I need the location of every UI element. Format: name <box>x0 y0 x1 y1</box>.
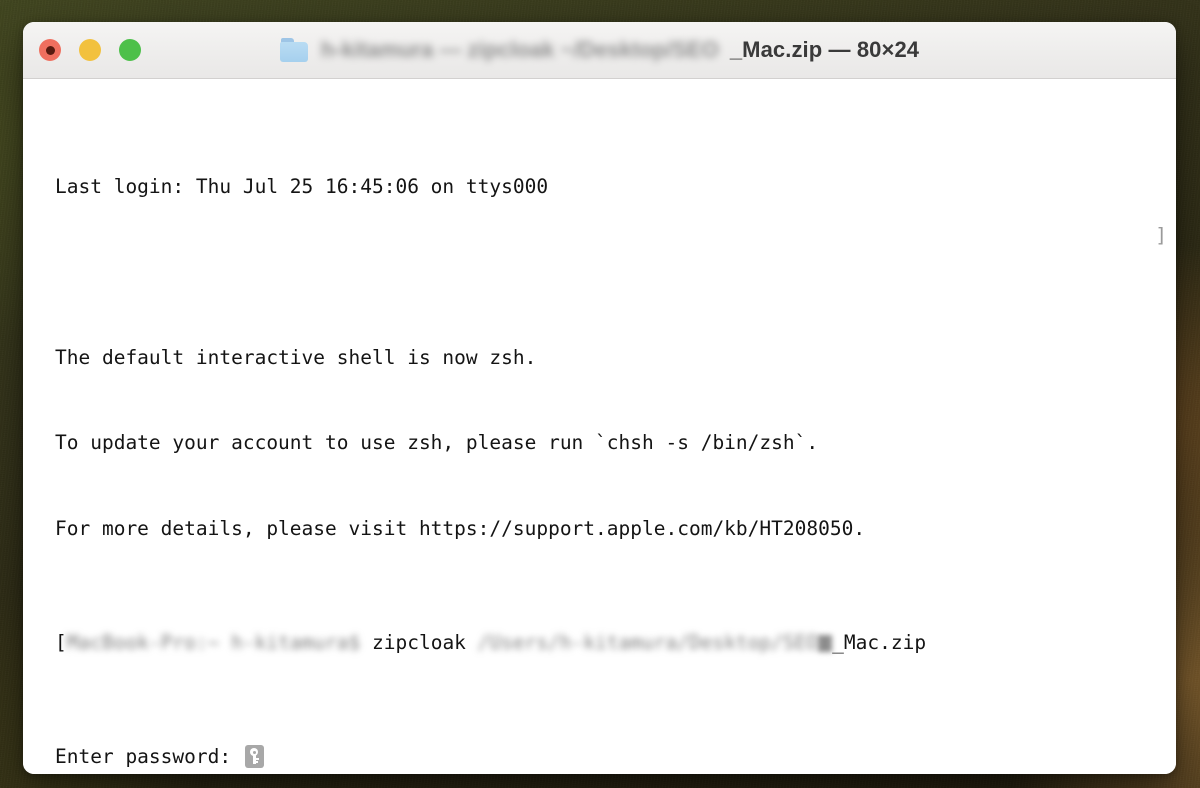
window-title-text: _Mac.zip — 80×24 <box>729 37 920 62</box>
window-title: h-kitamura — zipcloak ~/Desktop/SEO _Mac… <box>23 22 1176 78</box>
prompt-path-suffix: _Mac.zip <box>832 630 927 654</box>
terminal-prompt-line: [MacBook-Pro:~ h-kitamura$ zipcloak /Use… <box>55 629 1176 658</box>
terminal-output-area[interactable]: Last login: Thu Jul 25 16:45:06 on ttys0… <box>23 79 1176 774</box>
terminal-text-buffer: Last login: Thu Jul 25 16:45:06 on ttys0… <box>23 87 1176 774</box>
minimize-button[interactable] <box>79 39 101 61</box>
prompt-redacted-block <box>818 634 833 652</box>
terminal-line: To update your account to use zsh, pleas… <box>55 431 819 454</box>
key-cursor-icon <box>244 744 264 768</box>
maximize-button[interactable] <box>119 39 141 61</box>
folder-icon <box>279 38 310 62</box>
password-prompt-label: Enter password: <box>55 744 232 768</box>
terminal-line: Last login: Thu Jul 25 16:45:06 on ttys0… <box>55 174 549 198</box>
prompt-space-2 <box>466 631 478 654</box>
prompt-close-bracket: ] <box>1155 223 1167 247</box>
prompt-open-bracket: [ <box>55 630 67 654</box>
close-button[interactable] <box>39 39 61 61</box>
prompt-close-bracket-wrapped: ] <box>1155 79 1176 250</box>
prompt-command: zipcloak <box>372 630 466 654</box>
prompt-space-1 <box>360 631 372 654</box>
window-title-redacted: h-kitamura — zipcloak ~/Desktop/SEO <box>320 37 719 62</box>
terminal-line: For more details, please visit https://s… <box>55 516 866 540</box>
prompt-redacted-path: /Users/h-kitamura/Desktop/SEO <box>477 630 819 654</box>
prompt-redacted-user-host: MacBook-Pro:~ h-kitamura$ <box>66 630 361 654</box>
terminal-window[interactable]: h-kitamura — zipcloak ~/Desktop/SEO _Mac… <box>23 22 1176 774</box>
terminal-line: The default interactive shell is now zsh… <box>55 345 537 369</box>
window-titlebar[interactable]: h-kitamura — zipcloak ~/Desktop/SEO _Mac… <box>23 22 1176 79</box>
traffic-light-controls[interactable] <box>39 22 141 78</box>
terminal-password-prompt: Enter password: <box>55 743 1176 772</box>
password-prompt-space <box>231 745 243 768</box>
